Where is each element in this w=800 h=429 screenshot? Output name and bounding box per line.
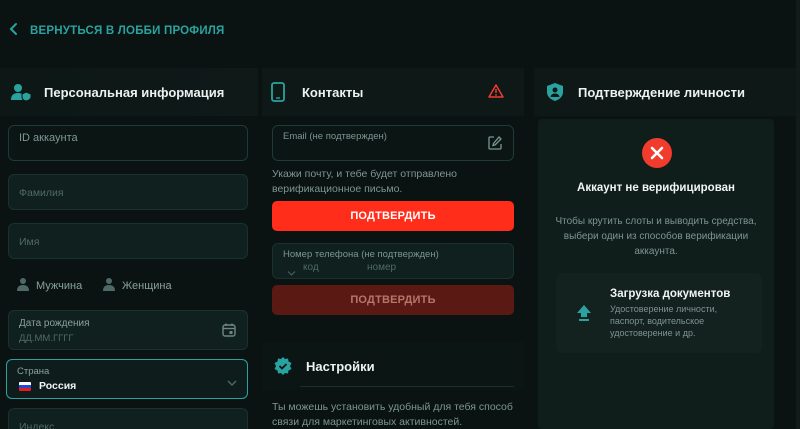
phone-field[interactable]: Номер телефона (не подтвержден) код номе… — [272, 243, 514, 279]
contacts-section: Контакты Email (не подтвержден) Укажи по… — [262, 68, 524, 428]
verification-header: Подтверждение личности — [534, 68, 796, 116]
contacts-header: Контакты — [262, 68, 524, 116]
email-hint: Укажи почту, и тебе будет отправлено вер… — [272, 168, 457, 195]
settings-check-icon — [270, 356, 296, 376]
lastname-field[interactable]: Фамилия — [8, 174, 248, 210]
index-placeholder: Индекс — [19, 421, 55, 429]
verification-section: Подтверждение личности Аккаунт не верифи… — [534, 68, 796, 429]
gender-male-option[interactable]: Мужчина — [16, 277, 82, 294]
settings-title: Настройки — [306, 358, 375, 374]
email-field[interactable]: Email (не подтвержден) — [272, 125, 514, 161]
country-value: Россия — [39, 380, 77, 392]
country-select[interactable]: Страна Россия — [6, 359, 248, 399]
confirm-phone-button[interactable]: ПОДТВЕРДИТЬ — [272, 285, 514, 315]
personal-info-header: Персональная информация — [0, 68, 258, 116]
email-label: Email (не подтвержден) — [283, 131, 387, 142]
phone-label: Номер телефона (не подтвержден) — [283, 249, 439, 260]
upload-title: Загрузка документов — [610, 288, 731, 300]
lastname-placeholder: Фамилия — [19, 187, 64, 199]
verification-status: Аккаунт не верифицирован — [577, 182, 735, 194]
calendar-icon[interactable] — [221, 322, 237, 343]
birthdate-label: Дата рождения — [19, 318, 90, 329]
account-id-field[interactable]: ID аккаунта — [8, 125, 248, 161]
phone-number-placeholder: номер — [367, 262, 397, 273]
index-field[interactable]: Индекс — [8, 408, 248, 429]
shield-user-icon — [542, 82, 568, 102]
firstname-placeholder: Имя — [19, 236, 40, 248]
verification-title: Подтверждение личности — [578, 84, 745, 100]
personal-info-section: Персональная информация ID аккаунта Фами… — [0, 68, 258, 429]
country-label: Страна — [17, 366, 50, 377]
back-to-profile-lobby-link[interactable]: ВЕРНУТЬСЯ В ЛОББИ ПРОФИЛЯ — [8, 22, 225, 39]
upload-description: Удостоверение личности, паспорт, водител… — [610, 304, 718, 338]
russia-flag-icon — [19, 382, 31, 391]
gender-female-option[interactable]: Женщина — [102, 277, 172, 294]
birthdate-placeholder: ДД.ММ.ГГГГ — [19, 333, 74, 344]
confirm-email-button[interactable]: ПОДТВЕРДИТЬ — [272, 201, 514, 231]
back-link-label: ВЕРНУТЬСЯ В ЛОББИ ПРОФИЛЯ — [30, 24, 225, 37]
warning-icon — [488, 84, 504, 103]
gender-male-label: Мужчина — [36, 279, 83, 292]
settings-text: Ты можешь установить удобный для тебя сп… — [272, 401, 513, 428]
chevron-down-icon — [227, 374, 237, 392]
personal-info-title: Персональная информация — [44, 84, 225, 100]
firstname-field[interactable]: Имя — [8, 223, 248, 259]
male-person-icon — [16, 277, 30, 294]
verification-description: Чтобы крутить слоты и выводить средства,… — [555, 216, 757, 257]
settings-divider — [300, 386, 514, 387]
document-upload-card[interactable]: Загрузка документов Удостоверение личнос… — [556, 273, 762, 353]
verification-panel: Аккаунт не верифицирован Чтобы крутить с… — [538, 119, 774, 429]
account-id-label: ID аккаунта — [19, 132, 78, 144]
phone-icon — [270, 82, 286, 102]
error-status-icon — [642, 138, 672, 168]
edit-icon[interactable] — [487, 135, 503, 156]
contacts-title: Контакты — [302, 84, 364, 100]
chevron-down-icon[interactable] — [287, 264, 296, 282]
female-person-icon — [102, 277, 116, 294]
settings-header: Настройки — [262, 342, 524, 390]
birthdate-field[interactable]: Дата рождения ДД.ММ.ГГГГ — [8, 310, 248, 350]
chevron-left-icon — [8, 22, 20, 39]
gender-female-label: Женщина — [122, 279, 172, 292]
user-shield-icon — [8, 82, 34, 102]
phone-code-placeholder: код — [303, 262, 319, 273]
upload-arrow-icon — [576, 304, 592, 327]
scrollbar-track[interactable] — [796, 0, 800, 429]
